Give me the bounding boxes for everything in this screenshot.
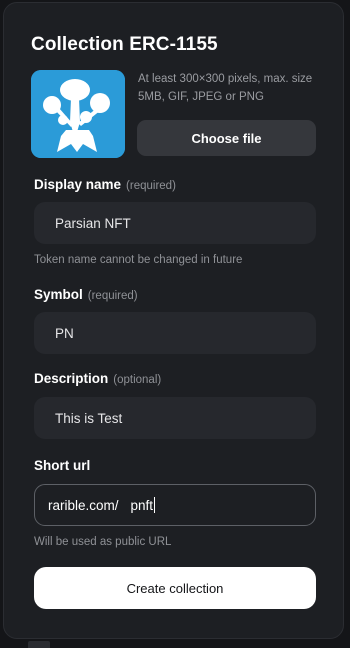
upload-hint: At least 300×300 pixels, max. size 5MB, … bbox=[138, 73, 313, 103]
description-label-text: Description bbox=[34, 371, 109, 386]
symbol-required-tag: (required) bbox=[87, 290, 138, 302]
display-name-label: Display name (required) bbox=[34, 177, 176, 192]
display-name-required-tag: (required) bbox=[126, 180, 176, 192]
short-url-label-text: Short url bbox=[34, 458, 91, 473]
description-input[interactable]: This is Test bbox=[34, 397, 316, 439]
short-url-input[interactable]: rarible.com/ pnft bbox=[34, 484, 316, 526]
background-element-fragment bbox=[28, 641, 50, 648]
description-value: This is Test bbox=[55, 410, 123, 426]
choose-file-button[interactable]: Choose file bbox=[137, 120, 316, 156]
symbol-label-text: Symbol bbox=[34, 287, 83, 302]
short-url-label: Short url bbox=[34, 458, 90, 473]
create-collection-button[interactable]: Create collection bbox=[34, 567, 316, 609]
text-caret bbox=[154, 497, 156, 513]
short-url-value: pnft bbox=[130, 497, 154, 513]
symbol-label: Symbol (required) bbox=[34, 287, 138, 302]
symbol-value: PN bbox=[55, 325, 74, 341]
collection-thumbnail[interactable] bbox=[31, 70, 125, 158]
short-url-prefix: rarible.com/ bbox=[48, 497, 119, 513]
symbol-input[interactable]: PN bbox=[34, 312, 316, 354]
description-label: Description (optional) bbox=[34, 371, 161, 386]
dialog-title: Collection ERC-1155 bbox=[31, 34, 218, 55]
display-name-value: Parsian NFT bbox=[55, 215, 131, 231]
tree-icon bbox=[31, 70, 125, 158]
description-optional-tag: (optional) bbox=[113, 374, 162, 386]
short-url-value-wrap: pnft bbox=[131, 497, 156, 513]
display-name-helper: Token name cannot be changed in future bbox=[34, 254, 243, 266]
display-name-input[interactable]: Parsian NFT bbox=[34, 202, 316, 244]
display-name-label-text: Display name bbox=[34, 177, 122, 192]
short-url-helper: Will be used as public URL bbox=[34, 536, 172, 548]
